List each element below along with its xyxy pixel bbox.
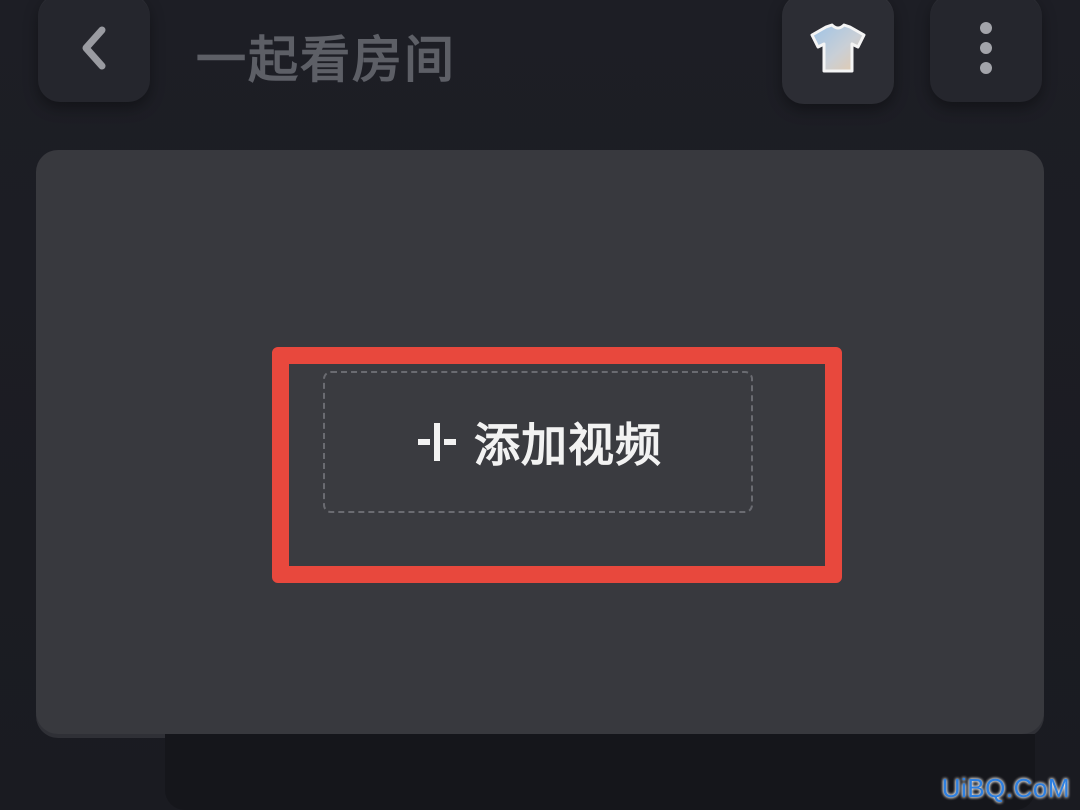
page-title: 一起看房间 (196, 31, 456, 89)
skin-button[interactable] (782, 0, 894, 104)
add-video-button[interactable]: 添加视频 (323, 371, 753, 513)
more-button[interactable] (930, 0, 1042, 102)
more-vertical-icon (980, 22, 992, 74)
panel-shadow (165, 734, 1035, 810)
watermark: UiBQ.CoM (941, 773, 1070, 803)
back-button[interactable] (38, 0, 150, 102)
plus-icon (418, 423, 456, 461)
top-bar: 一起看房间 (0, 0, 1080, 130)
tshirt-icon (810, 23, 866, 73)
chevron-left-icon (82, 26, 106, 70)
add-video-label: 添加视频 (474, 418, 662, 472)
watch-together-screen: 一起看房间 添加视频 UiBQ.CoM (0, 0, 1080, 810)
